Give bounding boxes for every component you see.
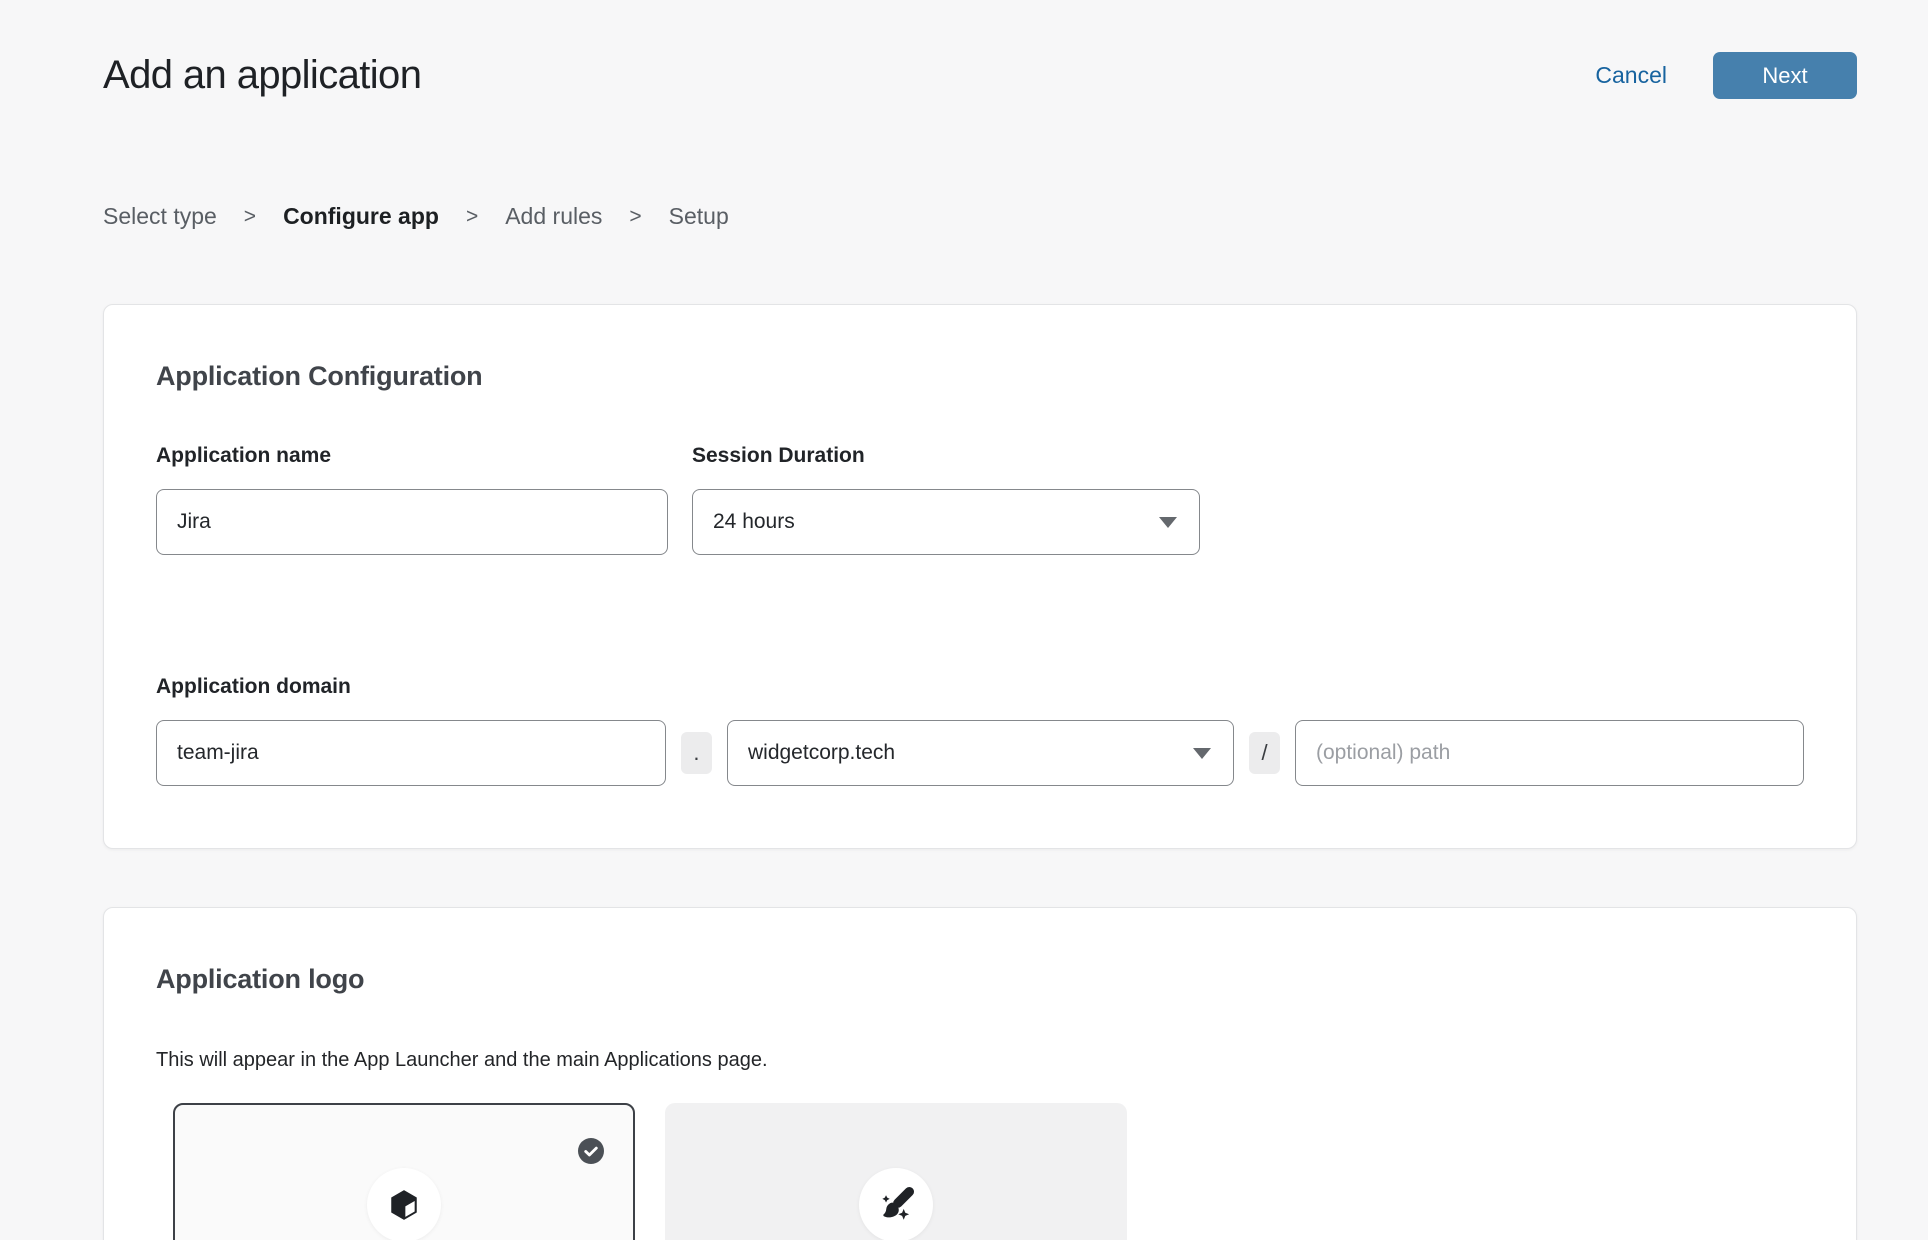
- page-header: Add an application Cancel Next: [103, 52, 1857, 99]
- breadcrumb-step-add-rules[interactable]: Add rules: [505, 203, 602, 230]
- session-duration-select[interactable]: 24 hours: [692, 489, 1200, 555]
- domain-select[interactable]: widgetcorp.tech: [727, 720, 1234, 786]
- breadcrumb-separator: >: [629, 205, 641, 229]
- subdomain-input[interactable]: [156, 720, 666, 786]
- domain-select-value: widgetcorp.tech: [748, 741, 895, 765]
- logo-option-default[interactable]: [173, 1103, 635, 1240]
- chevron-down-icon: [1159, 517, 1177, 528]
- application-name-label: Application name: [156, 444, 668, 468]
- default-logo-circle: [367, 1168, 441, 1240]
- breadcrumb-step-configure-app[interactable]: Configure app: [283, 203, 439, 230]
- paintbrush-icon: [875, 1184, 917, 1226]
- add-application-page: Add an application Cancel Next Select ty…: [0, 52, 1928, 1240]
- path-input[interactable]: [1295, 720, 1804, 786]
- application-name-field: Application name: [156, 444, 668, 555]
- name-session-row: Application name Session Duration 24 hou…: [156, 444, 1804, 555]
- application-domain-label: Application domain: [156, 675, 1804, 699]
- breadcrumb-step-setup[interactable]: Setup: [669, 203, 729, 230]
- application-logo-card: Application logo This will appear in the…: [103, 907, 1857, 1240]
- application-domain-row: . widgetcorp.tech /: [156, 720, 1804, 786]
- cancel-button[interactable]: Cancel: [1595, 62, 1667, 89]
- application-logo-description: This will appear in the App Launcher and…: [156, 1048, 1804, 1072]
- session-duration-label: Session Duration: [692, 444, 1200, 468]
- application-configuration-heading: Application Configuration: [156, 361, 1804, 392]
- dot-separator: .: [681, 732, 712, 774]
- header-actions: Cancel Next: [1595, 52, 1857, 99]
- page-title: Add an application: [103, 53, 421, 98]
- application-name-input[interactable]: [156, 489, 668, 555]
- cube-icon: [386, 1187, 422, 1223]
- breadcrumb-step-select-type[interactable]: Select type: [103, 203, 217, 230]
- chevron-down-icon: [1193, 748, 1211, 759]
- selected-check-icon: [578, 1138, 604, 1164]
- custom-logo-circle: [859, 1168, 933, 1240]
- application-configuration-card: Application Configuration Application na…: [103, 304, 1857, 849]
- breadcrumb-separator: >: [466, 205, 478, 229]
- session-duration-value: 24 hours: [713, 510, 795, 534]
- next-button[interactable]: Next: [1713, 52, 1857, 99]
- breadcrumb-separator: >: [244, 205, 256, 229]
- logo-option-custom[interactable]: [665, 1103, 1127, 1240]
- application-domain-section: Application domain . widgetcorp.tech /: [156, 675, 1804, 786]
- breadcrumb: Select type > Configure app > Add rules …: [103, 203, 1857, 230]
- session-duration-field: Session Duration 24 hours: [692, 444, 1200, 555]
- application-logo-heading: Application logo: [156, 964, 1804, 995]
- logo-options: [173, 1103, 1804, 1240]
- slash-separator: /: [1249, 732, 1280, 774]
